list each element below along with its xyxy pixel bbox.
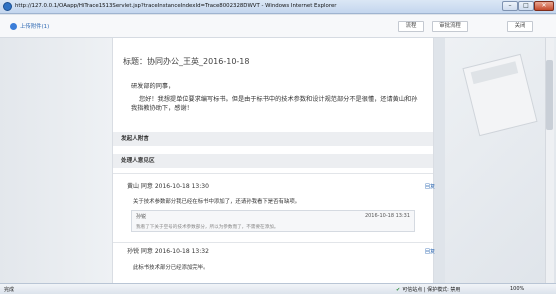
upload-attachment-label: 上传附件(1)	[20, 24, 50, 30]
zone-label: 可信站点 | 保护模式: 禁用	[402, 287, 461, 293]
reply-time: 2016-10-18 13:31	[364, 213, 410, 219]
scrollbar-thumb[interactable]	[546, 60, 553, 130]
comment-header: 孙锐 同意 2016-10-18 13:32	[127, 248, 209, 255]
document-greeting: 研发部的同事，	[131, 83, 175, 90]
status-text: 完成	[4, 287, 15, 293]
document-title: 标题：协同办公_王英_2016-10-18	[123, 57, 250, 66]
flow-button[interactable]: 流程	[398, 21, 424, 32]
trusted-zone-icon: ✔	[396, 287, 401, 293]
maximize-button[interactable]: □	[518, 1, 534, 11]
reply-text: 我看了下关于空号的技术参数部分，所以为参数而了，不需要在添加。	[136, 225, 279, 230]
security-zone[interactable]: ✔ 可信站点 | 保护模式: 禁用	[396, 286, 460, 293]
document-panel: 标题：协同办公_王英_2016-10-18 研发部的同事， 您好！我想提单位要求…	[112, 38, 434, 283]
background-left	[0, 38, 112, 283]
section-opinions: 处理人意见区	[113, 154, 433, 168]
minimize-button[interactable]: –	[502, 1, 518, 11]
reply-link[interactable]: 回复	[425, 248, 435, 255]
ie-logo-icon	[3, 2, 12, 11]
window-title: http://127.0.0.1/OAapp/HiTrace1513Servle…	[15, 3, 337, 9]
comment-text: 此标书技术部分已经添加完毕。	[133, 265, 209, 271]
approval-flow-button[interactable]: 审批流程	[432, 21, 468, 32]
close-window-button[interactable]: ✕	[534, 1, 554, 11]
reply-author: 孙锐	[136, 214, 147, 220]
document-body: 您好！我想提单位要求编写标书。但是由于标书中的技术参数和设计规范部分不是很懂，还…	[131, 96, 418, 112]
page-toolbar: 上传附件(1) 流程 审批流程 关闭	[0, 15, 556, 38]
attachment-icon	[10, 22, 17, 30]
section-initiator-notes: 发起人附言	[113, 132, 433, 146]
status-bar: 完成 ✔ 可信站点 | 保护模式: 禁用 100%	[0, 283, 556, 294]
comment-header: 黄山 同意 2016-10-18 13:30	[127, 183, 209, 190]
upload-attachment-link[interactable]: 上传附件(1)	[10, 22, 49, 30]
window-titlebar: http://127.0.0.1/OAapp/HiTrace1513Servle…	[0, 0, 556, 14]
comment-text: 关于技术参数部分我已经在标书中添加了，还请孙我看下是否有缺项。	[133, 199, 301, 205]
zoom-level[interactable]: 100%	[510, 286, 524, 292]
reply-link[interactable]: 回复	[425, 183, 435, 190]
reply-box: 孙锐 2016-10-18 13:31 我看了下关于空号的技术参数部分，所以为参…	[131, 210, 415, 232]
close-button[interactable]: 关闭	[507, 21, 533, 32]
